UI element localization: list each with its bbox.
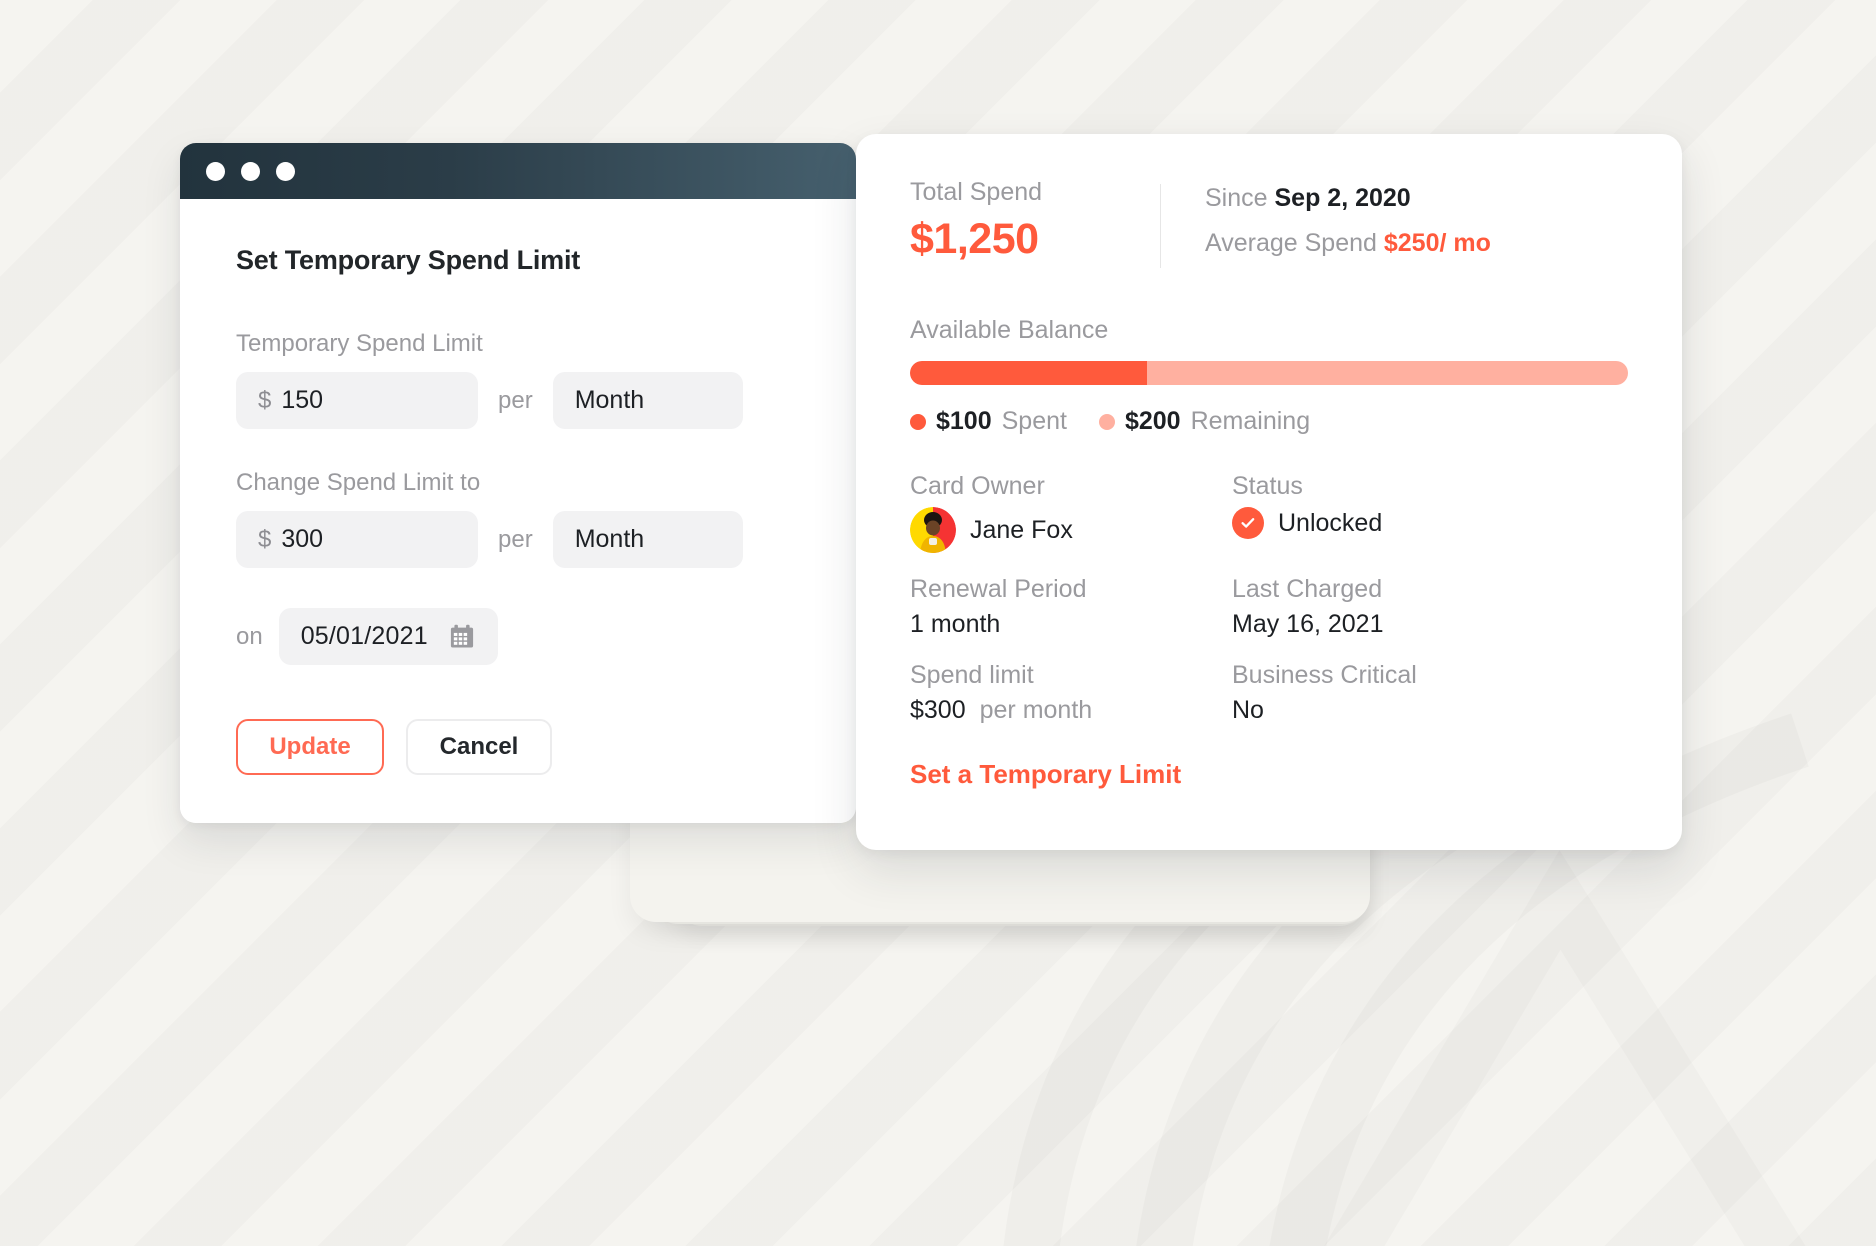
- per-label-2: per: [498, 525, 533, 553]
- currency-symbol: $: [258, 386, 272, 414]
- form-actions: Update Cancel: [236, 719, 856, 775]
- status-label: Status: [1232, 472, 1303, 500]
- temporary-spend-limit-field-group: Temporary Spend Limit $ 150 per Month: [236, 330, 856, 429]
- card-info-grid: Card Owner Jane Fox Status Unlocked Rene…: [910, 472, 1628, 725]
- window-titlebar: [180, 143, 856, 199]
- average-spend-line: Average Spend $250/ mo: [1205, 229, 1491, 258]
- spend-limit-cell: Spend limit $300 per month: [910, 661, 1232, 725]
- set-temporary-limit-link[interactable]: Set a Temporary Limit: [910, 759, 1181, 790]
- average-spend-amount: $250/ mo: [1383, 229, 1491, 257]
- since-prefix: Since: [1205, 184, 1268, 212]
- summary-divider: [1160, 184, 1161, 268]
- temporary-spend-limit-input[interactable]: $ 150: [236, 372, 478, 429]
- effective-date-input[interactable]: 05/01/2021: [278, 608, 498, 665]
- business-critical-value: No: [1232, 696, 1264, 724]
- cancel-button[interactable]: Cancel: [406, 719, 552, 775]
- balance-legend: $100 Spent $200 Remaining: [910, 407, 1628, 436]
- total-spend-amount: $1,250: [910, 215, 1039, 263]
- temporary-period-select[interactable]: Month: [552, 372, 743, 429]
- available-balance-progress-track: [910, 361, 1628, 385]
- maximize-dot-icon[interactable]: [276, 161, 295, 181]
- temporary-period-value: Month: [574, 386, 645, 414]
- status-badge: Unlocked: [1278, 508, 1383, 537]
- card-owner-label: Card Owner: [910, 472, 1045, 500]
- page-title: Set Temporary Spend Limit: [236, 245, 581, 275]
- effective-date-value: 05/01/2021: [300, 622, 428, 650]
- last-charged-cell: Last Charged May 16, 2021: [1232, 575, 1628, 639]
- change-spend-limit-label: Change Spend Limit to: [236, 469, 481, 496]
- legend-remaining-label: Remaining: [1190, 407, 1311, 435]
- change-spend-limit-value: 300: [281, 525, 324, 553]
- card-owner-name: Jane Fox: [970, 515, 1073, 544]
- legend-spent-amount: $100: [936, 407, 992, 435]
- change-spend-limit-row: $ 300 per Month: [236, 511, 856, 568]
- minimize-dot-icon[interactable]: [241, 161, 260, 181]
- available-balance-label: Available Balance: [910, 316, 1109, 344]
- change-period-select[interactable]: Month: [552, 511, 743, 568]
- total-spend-label: Total Spend: [910, 178, 1043, 206]
- legend-dot-remaining-icon: [1098, 413, 1115, 430]
- check-circle-icon: [1232, 507, 1264, 539]
- close-dot-icon[interactable]: [206, 161, 225, 181]
- available-balance-progress-fill: [910, 361, 1147, 385]
- business-critical-label: Business Critical: [1232, 661, 1417, 689]
- card-owner-value-row: Jane Fox: [910, 507, 1232, 553]
- renewal-period-label: Renewal Period: [910, 575, 1087, 603]
- avatar: [910, 507, 956, 553]
- window-content: Set Temporary Spend Limit Temporary Spen…: [180, 199, 856, 823]
- change-spend-limit-field-group: Change Spend Limit to $ 300 per Month: [236, 469, 856, 568]
- spend-limit-value-row: $300 per month: [910, 696, 1232, 725]
- per-label-1: per: [498, 386, 533, 414]
- since-line: Since Sep 2, 2020: [1205, 184, 1491, 213]
- total-spend-block: Total Spend $1,250: [910, 178, 1160, 264]
- browser-window: Set Temporary Spend Limit Temporary Spen…: [180, 143, 856, 823]
- since-date: Sep 2, 2020: [1274, 184, 1411, 212]
- renewal-period-value: 1 month: [910, 610, 1001, 638]
- legend-spent-label: Spent: [1001, 407, 1067, 435]
- spend-limit-amount: $300: [910, 696, 966, 724]
- on-label: on: [236, 622, 263, 650]
- change-spend-limit-input[interactable]: $ 300: [236, 511, 478, 568]
- currency-symbol: $: [258, 525, 272, 553]
- change-period-value: Month: [574, 525, 645, 553]
- calendar-icon[interactable]: [448, 623, 476, 651]
- temporary-spend-limit-label: Temporary Spend Limit: [236, 330, 483, 357]
- effective-date-row: on 05/01/2021: [236, 608, 856, 665]
- summary-meta: Since Sep 2, 2020 Average Spend $250/ mo: [1205, 178, 1491, 274]
- temporary-spend-limit-value: 150: [281, 386, 324, 414]
- temporary-spend-limit-row: $ 150 per Month: [236, 372, 856, 429]
- spend-limit-suffix: per month: [979, 696, 1093, 724]
- update-button[interactable]: Update: [236, 719, 384, 775]
- business-critical-cell: Business Critical No: [1232, 661, 1628, 725]
- last-charged-label: Last Charged: [1232, 575, 1383, 603]
- spend-limit-label: Spend limit: [910, 661, 1034, 689]
- spend-summary: Total Spend $1,250 Since Sep 2, 2020 Ave…: [910, 178, 1628, 274]
- legend-dot-spent-icon: [910, 413, 926, 430]
- last-charged-value: May 16, 2021: [1232, 610, 1384, 638]
- renewal-period-cell: Renewal Period 1 month: [910, 575, 1232, 639]
- status-cell: Status Unlocked: [1232, 472, 1628, 553]
- card-detail-panel: Total Spend $1,250 Since Sep 2, 2020 Ave…: [856, 134, 1682, 850]
- card-owner-cell: Card Owner Jane Fox: [910, 472, 1232, 553]
- legend-remaining-amount: $200: [1124, 407, 1181, 435]
- page-background: Set Temporary Spend Limit Temporary Spen…: [0, 0, 1876, 1246]
- average-spend-prefix: Average Spend: [1205, 229, 1377, 257]
- status-value-row: Unlocked: [1232, 507, 1628, 539]
